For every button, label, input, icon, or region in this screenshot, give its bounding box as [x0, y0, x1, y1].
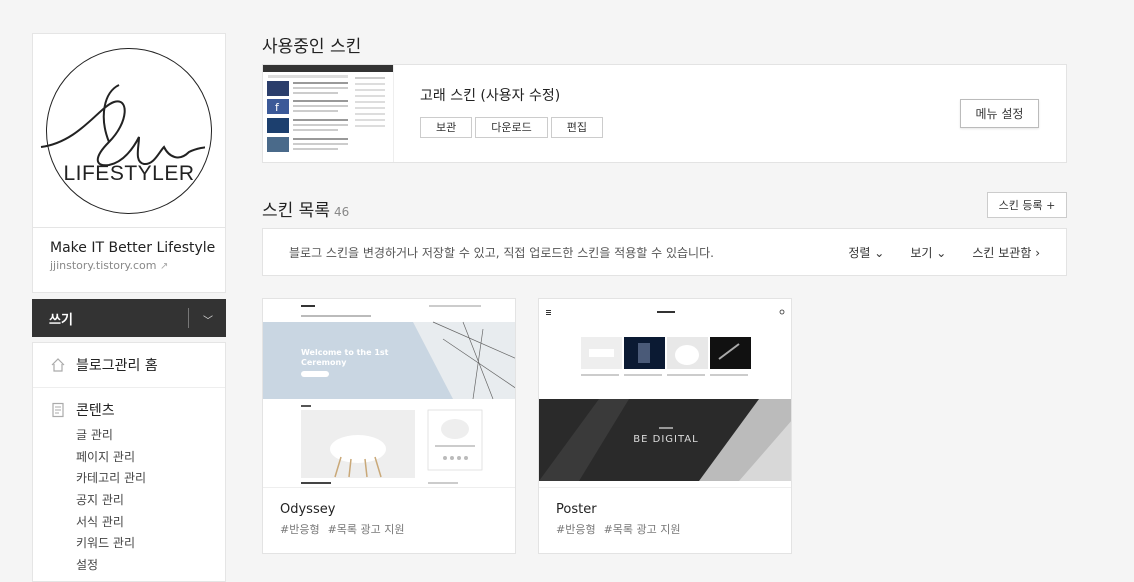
write-label: 쓰기 — [49, 312, 73, 328]
current-skin-panel: f 고래 스킨 (사용자 수정) 보관 다운로드 편집 메뉴 설정 — [262, 64, 1067, 163]
admin-menu: 블로그관리 홈 콘텐츠 글 관리 페이지 관리 카테고리 관리 공지 관리 서식… — [32, 342, 226, 582]
logo-circle: LIFESTYLER — [40, 47, 212, 214]
current-skin-preview: f — [263, 65, 393, 152]
skin-card-odyssey[interactable]: Welcome to the 1st Ceremony Odyssey #반응형… — [262, 298, 516, 554]
skin-storage-link[interactable]: 스킨 보관함 › — [972, 244, 1040, 261]
document-icon — [52, 402, 64, 418]
chevron-down-icon[interactable]: ﹀ — [203, 312, 213, 327]
blog-url[interactable]: jjinstory.tistory.com ↗ — [33, 256, 225, 272]
odyssey-preview-heading-2: Ceremony — [301, 358, 347, 367]
menu-content-title[interactable]: 콘텐츠 — [50, 400, 225, 420]
tag-ad-support: #목록 광고 지원 — [327, 523, 405, 536]
write-separator — [188, 308, 189, 328]
menu-item-settings[interactable]: 설정 — [76, 555, 225, 577]
logo-script-icon — [40, 83, 205, 166]
tag-responsive: #반응형 — [280, 523, 320, 536]
skin-preview-poster: BE DIGITAL — [539, 299, 791, 488]
skin-list-description: 블로그 스킨을 변경하거나 저장할 수 있고, 직접 업로드한 스킨을 적용할 … — [289, 245, 714, 260]
skin-card-poster[interactable]: BE DIGITAL Poster #반응형 #목록 광고 지원 — [538, 298, 792, 554]
edit-button[interactable]: 편집 — [550, 117, 603, 138]
skin-list-toolbar: 블로그 스킨을 변경하거나 저장할 수 있고, 직접 업로드한 스킨을 적용할 … — [262, 228, 1067, 276]
logo-text: LIFESTYLER — [63, 161, 195, 185]
view-label: 보기 — [910, 245, 933, 260]
skin-count: 46 — [333, 205, 350, 219]
external-link-icon: ↗ — [159, 261, 169, 272]
skin-list-title-text: 스킨 목록 — [262, 201, 330, 221]
register-skin-button[interactable]: 스킨 등록 + — [987, 192, 1067, 218]
current-skin-name: 고래 스킨 (사용자 수정) — [420, 88, 561, 104]
chevron-down-icon: ⌄ — [936, 245, 947, 260]
current-skin-thumbnail: f — [263, 65, 394, 162]
odyssey-preview-heading-1: Welcome to the 1st — [301, 348, 389, 357]
archive-button[interactable]: 보관 — [420, 117, 473, 138]
poster-preview-image: BE DIGITAL — [539, 299, 791, 487]
download-button[interactable]: 다운로드 — [475, 117, 548, 138]
content-submenu: 글 관리 페이지 관리 카테고리 관리 공지 관리 서식 관리 키워드 관리 설… — [50, 425, 225, 577]
blog-profile-card: LIFESTYLER Make IT Better Lifestyle jjin… — [32, 33, 226, 293]
skin-card-title: Odyssey — [280, 502, 336, 517]
tag-responsive: #반응형 — [556, 523, 596, 536]
skin-card-title: Poster — [556, 502, 597, 517]
sidebar: LIFESTYLER Make IT Better Lifestyle jjin… — [32, 33, 226, 582]
blog-logo[interactable]: LIFESTYLER — [33, 34, 225, 228]
home-icon — [51, 358, 65, 372]
chevron-down-icon: ⌄ — [874, 245, 885, 260]
skin-list-title: 스킨 목록 46 — [262, 196, 349, 221]
menu-item-notices[interactable]: 공지 관리 — [76, 490, 225, 512]
menu-item-home[interactable]: 블로그관리 홈 — [33, 343, 225, 388]
menu-settings-button[interactable]: 메뉴 설정 — [960, 99, 1039, 128]
skin-storage-label: 스킨 보관함 — [972, 245, 1032, 260]
blog-name[interactable]: Make IT Better Lifestyle — [33, 228, 225, 256]
menu-content-label: 콘텐츠 — [76, 403, 115, 419]
blog-url-text[interactable]: jjinstory.tistory.com — [50, 259, 156, 272]
odyssey-preview-image: Welcome to the 1st Ceremony — [263, 299, 515, 487]
sort-dropdown[interactable]: 정렬 ⌄ — [848, 244, 884, 261]
menu-section-content: 콘텐츠 글 관리 페이지 관리 카테고리 관리 공지 관리 서식 관리 키워드 … — [33, 388, 225, 577]
menu-item-posts[interactable]: 글 관리 — [76, 425, 225, 447]
skin-preview-odyssey: Welcome to the 1st Ceremony — [263, 299, 515, 488]
write-button[interactable]: 쓰기 ﹀ — [32, 299, 226, 337]
poster-preview-heading: BE DIGITAL — [633, 434, 698, 445]
menu-home-label: 블로그관리 홈 — [76, 358, 158, 374]
sort-label: 정렬 — [848, 245, 871, 260]
menu-item-pages[interactable]: 페이지 관리 — [76, 447, 225, 469]
menu-item-keywords[interactable]: 키워드 관리 — [76, 533, 225, 555]
chevron-right-icon: › — [1035, 245, 1040, 260]
current-skin-title: 사용중인 스킨 — [262, 37, 362, 57]
view-dropdown[interactable]: 보기 ⌄ — [910, 244, 946, 261]
menu-item-categories[interactable]: 카테고리 관리 — [76, 468, 225, 490]
current-skin-actions: 보관 다운로드 편집 — [420, 117, 603, 138]
tag-ad-support: #목록 광고 지원 — [603, 523, 681, 536]
menu-item-templates[interactable]: 서식 관리 — [76, 512, 225, 534]
skin-card-tags: #반응형 #목록 광고 지원 — [263, 517, 515, 537]
skin-card-tags: #반응형 #목록 광고 지원 — [539, 517, 791, 537]
skin-list-filters: 정렬 ⌄ 보기 ⌄ 스킨 보관함 › — [848, 244, 1040, 261]
